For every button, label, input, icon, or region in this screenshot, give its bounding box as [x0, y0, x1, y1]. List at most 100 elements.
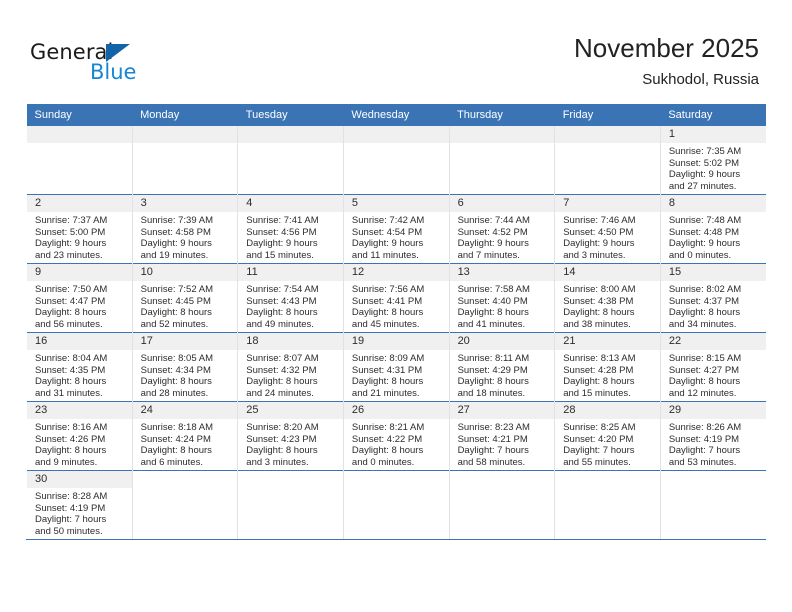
calendar-day-cell[interactable]: 9 Sunrise: 7:50 AM Sunset: 4:47 PM Daylight…: [26, 263, 133, 333]
daylight-duration-line2: and 6 minutes.: [140, 456, 203, 468]
daylight-duration-line2: and 56 minutes.: [35, 318, 103, 330]
general-blue-logo[interactable]: General Blue: [30, 40, 210, 92]
daylight-duration-line1: Daylight: 7 hours: [668, 445, 741, 457]
sunset-time: Sunset: 4:27 PM: [668, 364, 740, 376]
sunrise-time: Sunrise: 8:26 AM: [668, 422, 742, 433]
day-cell-inner: 27 Sunrise: 8:23 AM Sunset: 4:21 PM Dayligh…: [449, 402, 555, 470]
calendar-day-cell[interactable]: 10 Sunrise: 7:52 AM Sunset: 4:45 PM Dayligh…: [131, 263, 238, 333]
calendar-day-cell[interactable]: 24 Sunrise: 8:18 AM Sunset: 4:24 PM Dayligh…: [131, 401, 238, 471]
sunrise-time: Sunrise: 8:28 AM: [35, 491, 108, 502]
calendar-day-cell[interactable]: 27 Sunrise: 8:23 AM Sunset: 4:21 PM Dayligh…: [448, 401, 555, 471]
calendar-day-cell[interactable]: 21 Sunrise: 8:13 AM Sunset: 4:28 PM Dayligh…: [554, 332, 661, 402]
day-details: Sunrise: 8:13 AM Sunset: 4:28 PM Daylight:…: [555, 350, 660, 399]
day-cell-inner: 29 Sunrise: 8:26 AM Sunset: 4:19 PM Dayligh…: [660, 402, 766, 470]
day-cell-inner: 11 Sunrise: 7:54 AM Sunset: 4:43 PM Dayligh…: [238, 264, 343, 332]
day-cell-inner: 8 Sunrise: 7:48 AM Sunset: 4:48 PM Daylight…: [660, 195, 766, 263]
daylight-duration-line1: Daylight: 9 hours: [668, 238, 741, 250]
calendar-table: Sunday Monday Tuesday Wednesday Thursday Frid…: [26, 104, 766, 540]
day-number: 18: [238, 333, 343, 350]
sunrise-time: Sunrise: 8:02 AM: [668, 284, 742, 295]
calendar-body: 1 Sunrise: 7:35 AM Sunset: 5:02 PM Daylight…: [26, 126, 766, 540]
daylight-duration-line2: and 45 minutes.: [351, 318, 420, 330]
day-details: Sunrise: 8:07 AM Sunset: 4:32 PM Daylight:…: [238, 350, 343, 399]
calendar-day-cell[interactable]: 2 Sunrise: 7:37 AM Sunset: 5:00 PM Daylight…: [26, 194, 133, 264]
calendar-week-row: 23 Sunrise: 8:16 AM Sunset: 4:26 PM Dayligh…: [26, 401, 766, 471]
calendar-day-cell[interactable]: 25 Sunrise: 8:20 AM Sunset: 4:23 PM Dayligh…: [237, 401, 344, 471]
calendar-day-cell[interactable]: 17 Sunrise: 8:05 AM Sunset: 4:34 PM Dayligh…: [131, 332, 238, 402]
daylight-duration-line1: Daylight: 9 hours: [668, 169, 741, 181]
daylight-duration-line1: Daylight: 9 hours: [351, 238, 424, 250]
calendar-day-cell[interactable]: 7 Sunrise: 7:46 AM Sunset: 4:50 PM Daylight…: [554, 194, 661, 264]
calendar-day-cell[interactable]: 1 Sunrise: 7:35 AM Sunset: 5:02 PM Daylight…: [659, 126, 766, 195]
sunrise-time: Sunrise: 8:15 AM: [668, 353, 742, 364]
daylight-duration-line1: Daylight: 8 hours: [140, 307, 212, 319]
calendar-week-row: 16 Sunrise: 8:04 AM Sunset: 4:35 PM Dayligh…: [26, 332, 766, 402]
day-details: Sunrise: 8:20 AM Sunset: 4:23 PM Daylight:…: [238, 419, 343, 468]
day-details: Sunrise: 8:28 AM Sunset: 4:19 PM Daylight:…: [27, 488, 132, 537]
daylight-duration-line1: Daylight: 8 hours: [457, 307, 529, 319]
daylight-duration-line2: and 19 minutes.: [140, 249, 209, 261]
calendar-day-cell[interactable]: 12 Sunrise: 7:56 AM Sunset: 4:41 PM Dayligh…: [342, 263, 450, 333]
daylight-duration-line2: and 55 minutes.: [563, 456, 631, 468]
sunset-time: Sunset: 4:31 PM: [351, 364, 423, 376]
calendar-day-cell[interactable]: 8 Sunrise: 7:48 AM Sunset: 4:48 PM Daylight…: [659, 194, 766, 264]
daylight-duration-line1: Daylight: 8 hours: [563, 307, 635, 319]
daylight-duration-line1: Daylight: 9 hours: [457, 238, 529, 250]
sunrise-time: Sunrise: 8:21 AM: [351, 422, 425, 433]
logo-divider: [85, 60, 88, 86]
calendar-day-cell[interactable]: 15 Sunrise: 8:02 AM Sunset: 4:37 PM Dayligh…: [659, 263, 766, 333]
sunrise-time: Sunrise: 8:13 AM: [563, 353, 636, 364]
calendar-day-cell[interactable]: 23 Sunrise: 8:16 AM Sunset: 4:26 PM Dayligh…: [26, 401, 133, 471]
day-details: Sunrise: 7:44 AM Sunset: 4:52 PM Daylight:…: [450, 212, 555, 261]
day-details: Sunrise: 8:00 AM Sunset: 4:38 PM Daylight:…: [555, 281, 660, 330]
page-subtitle: Sukhodol, Russia: [642, 70, 759, 88]
sunset-time: Sunset: 4:48 PM: [668, 226, 740, 238]
day-number: 4: [238, 195, 343, 212]
calendar-day-cell[interactable]: 5 Sunrise: 7:42 AM Sunset: 4:54 PM Daylight…: [342, 194, 450, 264]
calendar-head: Sunday Monday Tuesday Wednesday Thursday Frid…: [26, 104, 766, 126]
calendar-cell-empty: [448, 126, 555, 195]
day-cell-inner: 3 Sunrise: 7:39 AM Sunset: 4:58 PM Daylight…: [132, 195, 238, 263]
daylight-duration-line2: and 18 minutes.: [457, 387, 526, 399]
daylight-duration-line2: and 23 minutes.: [35, 249, 103, 261]
sunset-time: Sunset: 4:37 PM: [668, 295, 740, 307]
sunset-time: Sunset: 4:38 PM: [563, 295, 634, 307]
day-details: Sunrise: 8:02 AM Sunset: 4:37 PM Daylight:…: [661, 281, 766, 330]
daylight-duration-line1: Daylight: 8 hours: [668, 376, 741, 388]
day-number: 9: [27, 264, 132, 281]
calendar-day-cell[interactable]: 16 Sunrise: 8:04 AM Sunset: 4:35 PM Dayligh…: [26, 332, 133, 402]
calendar-week-row: 1 Sunrise: 7:35 AM Sunset: 5:02 PM Daylight…: [26, 126, 766, 195]
calendar-day-cell[interactable]: 11 Sunrise: 7:54 AM Sunset: 4:43 PM Dayligh…: [237, 263, 344, 333]
calendar-day-cell[interactable]: 26 Sunrise: 8:21 AM Sunset: 4:22 PM Dayligh…: [342, 401, 450, 471]
day-details: Sunrise: 8:11 AM Sunset: 4:29 PM Daylight:…: [450, 350, 555, 399]
calendar-day-cell[interactable]: 19 Sunrise: 8:09 AM Sunset: 4:31 PM Dayligh…: [342, 332, 450, 402]
day-cell-inner: 6 Sunrise: 7:44 AM Sunset: 4:52 PM Daylight…: [449, 195, 555, 263]
calendar-day-cell[interactable]: 22 Sunrise: 8:15 AM Sunset: 4:27 PM Dayligh…: [659, 332, 766, 402]
daylight-duration-line2: and 53 minutes.: [668, 456, 737, 468]
calendar-day-cell[interactable]: 28 Sunrise: 8:25 AM Sunset: 4:20 PM Dayligh…: [554, 401, 661, 471]
daylight-duration-line2: and 15 minutes.: [563, 387, 631, 399]
daylight-duration-line1: Daylight: 8 hours: [351, 445, 424, 457]
day-cell-inner: 18 Sunrise: 8:07 AM Sunset: 4:32 PM Dayligh…: [238, 333, 343, 401]
sunrise-time: Sunrise: 7:37 AM: [35, 215, 108, 226]
day-details: Sunrise: 8:26 AM Sunset: 4:19 PM Daylight:…: [661, 419, 766, 468]
calendar-day-cell[interactable]: 29 Sunrise: 8:26 AM Sunset: 4:19 PM Dayligh…: [659, 401, 766, 471]
day-number: [343, 126, 449, 143]
sunrise-time: Sunrise: 7:44 AM: [457, 215, 530, 226]
calendar-day-cell[interactable]: 20 Sunrise: 8:11 AM Sunset: 4:29 PM Dayligh…: [448, 332, 555, 402]
calendar-day-cell[interactable]: 14 Sunrise: 8:00 AM Sunset: 4:38 PM Dayligh…: [554, 263, 661, 333]
calendar-day-cell[interactable]: 6 Sunrise: 7:44 AM Sunset: 4:52 PM Daylight…: [448, 194, 555, 264]
sunrise-time: Sunrise: 8:23 AM: [457, 422, 530, 433]
sunset-time: Sunset: 5:02 PM: [668, 157, 740, 169]
day-details: Sunrise: 7:41 AM Sunset: 4:56 PM Daylight:…: [238, 212, 343, 261]
day-number: [132, 471, 238, 488]
calendar-day-cell[interactable]: 13 Sunrise: 7:58 AM Sunset: 4:40 PM Dayligh…: [448, 263, 555, 333]
daylight-duration-line1: Daylight: 9 hours: [140, 238, 212, 250]
calendar-day-cell[interactable]: 30 Sunrise: 8:28 AM Sunset: 4:19 PM Dayligh…: [26, 470, 133, 540]
calendar-day-cell[interactable]: 18 Sunrise: 8:07 AM Sunset: 4:32 PM Dayligh…: [237, 332, 344, 402]
day-cell-inner: 7 Sunrise: 7:46 AM Sunset: 4:50 PM Daylight…: [555, 195, 660, 263]
daylight-duration-line2: and 12 minutes.: [668, 387, 737, 399]
day-cell-inner: [132, 126, 238, 194]
calendar-day-cell[interactable]: 3 Sunrise: 7:39 AM Sunset: 4:58 PM Daylight…: [131, 194, 238, 264]
calendar-day-cell[interactable]: 4 Sunrise: 7:41 AM Sunset: 4:56 PM Daylight…: [237, 194, 344, 264]
